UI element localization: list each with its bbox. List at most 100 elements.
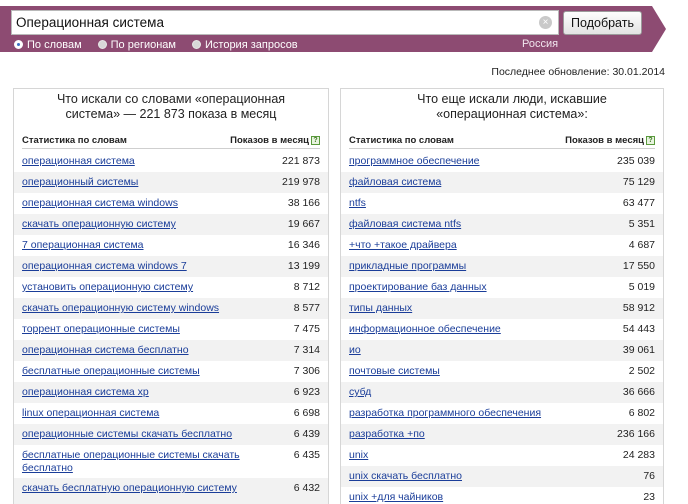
impressions-count: 76 (643, 470, 655, 482)
table-row: программное обеспечение 235 039 (341, 151, 663, 172)
keyword-link[interactable]: ио (349, 344, 361, 357)
keyword-link[interactable]: операционная система (22, 155, 135, 168)
table-row: проектирование баз данных 5 019 (341, 277, 663, 298)
keyword-link[interactable]: торрент операционные системы (22, 323, 180, 336)
impressions-count: 39 061 (622, 344, 655, 356)
keyword-link[interactable]: операционная система windows 7 (22, 260, 187, 273)
submit-button[interactable]: Подобрать (563, 11, 642, 35)
impressions-count: 6 439 (293, 428, 320, 440)
keyword-link[interactable]: почтовые системы (349, 365, 440, 378)
impressions-count: 8 712 (293, 281, 320, 293)
keyword-link[interactable]: unix (349, 449, 368, 462)
keyword-link[interactable]: операционная система xp (22, 386, 149, 399)
keyword-link[interactable]: +что +такое драйвера (349, 239, 457, 252)
panel-title: Что искали со словами «операционная сист… (56, 92, 286, 121)
keyword-link[interactable]: субд (349, 386, 371, 399)
keyword-link[interactable]: unix +для чайников (349, 491, 443, 504)
table-row: операционная система бесплатно 7 314 (14, 340, 328, 361)
words-table: программное обеспечение 235 039 файловая с… (341, 151, 663, 504)
keyword-link[interactable]: операционная система бесплатно (22, 344, 189, 357)
keyword-link[interactable]: типы данных (349, 302, 412, 315)
table-row: ио 39 061 (341, 340, 663, 361)
table-row: прикладные программы 17 550 (341, 256, 663, 277)
keyword-link[interactable]: скачать операционную систему (22, 218, 176, 231)
impressions-count: 221 873 (282, 155, 320, 167)
impressions-count: 5 351 (628, 218, 655, 230)
keyword-link[interactable]: бесплатные операционные системы (22, 365, 200, 378)
impressions-count: 6 432 (293, 482, 320, 494)
radio-icon[interactable] (97, 40, 107, 49)
table-row: операционные системы скачать бесплатно 6 … (14, 424, 328, 445)
clear-icon[interactable]: × (539, 16, 552, 29)
table-row: файловая система ntfs 5 351 (341, 214, 663, 235)
impressions-count: 7 306 (293, 365, 320, 377)
impressions-count: 63 477 (622, 197, 655, 209)
table-row: разработка +по 236 166 (341, 424, 663, 445)
table-row: информационное обеспечение 54 443 (341, 319, 663, 340)
table-header: Статистика по словам Показов в месяц ? (349, 133, 655, 149)
search-mode-tabs: По словам По регионам История запросов (14, 37, 314, 52)
impressions-count: 6 802 (628, 407, 655, 419)
table-row: скачать операционную систему windows 8 57… (14, 298, 328, 319)
keyword-link[interactable]: установить операционную систему (22, 281, 193, 294)
impressions-count: 6 698 (293, 407, 320, 419)
table-row: +что +такое драйвера 4 687 (341, 235, 663, 256)
keyword-link[interactable]: программное обеспечение (349, 155, 480, 168)
impressions-count: 5 019 (628, 281, 655, 293)
column-header-impressions: Показов в месяц (230, 135, 309, 146)
keyword-link[interactable]: linux операционная система (22, 407, 159, 420)
table-row: скачать операционную систему 19 667 (14, 214, 328, 235)
keyword-link[interactable]: прикладные программы (349, 260, 466, 273)
impressions-count: 8 577 (293, 302, 320, 314)
tab-query-history[interactable]: История запросов (192, 37, 298, 52)
table-row: торрент операционные системы 7 475 (14, 319, 328, 340)
table-row: unix 24 283 (341, 445, 663, 466)
words-table: операционная система 221 873 операционный … (14, 151, 328, 504)
impressions-count: 19 667 (287, 218, 320, 230)
keyword-link[interactable]: unix скачать бесплатно (349, 470, 462, 483)
keyword-link[interactable]: скачать бесплатную операционную систему (22, 482, 237, 495)
keyword-link[interactable]: файловая система ntfs (349, 218, 461, 231)
search-field[interactable]: × (11, 10, 559, 35)
related-words-panel: Что искали со словами «операционная сист… (13, 88, 329, 504)
keyword-link[interactable]: ntfs (349, 197, 366, 210)
impressions-count: 17 550 (622, 260, 655, 272)
impressions-count: 23 (643, 491, 655, 503)
table-row: операционная система xp 6 923 (14, 382, 328, 403)
search-input[interactable] (16, 13, 536, 32)
impressions-count: 54 443 (622, 323, 655, 335)
table-row: почтовые системы 2 502 (341, 361, 663, 382)
help-icon[interactable]: ? (646, 136, 655, 145)
impressions-count: 2 502 (628, 365, 655, 377)
table-row: linux операционная система 6 698 (14, 403, 328, 424)
impressions-count: 7 314 (293, 344, 320, 356)
keyword-link[interactable]: разработка +по (349, 428, 425, 441)
keyword-link[interactable]: информационное обеспечение (349, 323, 501, 336)
keyword-link[interactable]: операционная система windows (22, 197, 178, 210)
table-row: операционная система windows 38 166 (14, 193, 328, 214)
radio-selected-icon[interactable] (14, 40, 23, 49)
table-row: операционный системы 219 978 (14, 172, 328, 193)
keyword-link[interactable]: операционный системы (22, 176, 138, 189)
keyword-link[interactable]: 7 операционная система (22, 239, 144, 252)
tab-label: История запросов (205, 38, 298, 51)
table-row: типы данных 58 912 (341, 298, 663, 319)
keyword-link[interactable]: операционные системы скачать бесплатно (22, 428, 232, 441)
radio-icon[interactable] (192, 40, 201, 49)
keyword-link[interactable]: скачать операционную систему windows (22, 302, 219, 315)
keyword-link[interactable]: проектирование баз данных (349, 281, 487, 294)
keyword-link[interactable]: бесплатные операционные системы скачать … (22, 449, 242, 474)
tab-by-regions[interactable]: По регионам (97, 37, 176, 52)
impressions-count: 24 283 (622, 449, 655, 461)
table-row: unix скачать бесплатно 76 (341, 466, 663, 487)
table-row: ntfs 63 477 (341, 193, 663, 214)
impressions-count: 219 978 (282, 176, 320, 188)
help-icon[interactable]: ? (311, 136, 320, 145)
tab-by-words[interactable]: По словам (14, 37, 82, 52)
region-selector[interactable]: Россия (522, 38, 558, 50)
keyword-link[interactable]: разработка программного обеспечения (349, 407, 541, 420)
keyword-link[interactable]: файловая система (349, 176, 441, 189)
impressions-count: 7 475 (293, 323, 320, 335)
table-row: скачать бесплатную операционную систему 6… (14, 478, 328, 504)
last-update-text: Последнее обновление: 30.01.2014 (491, 66, 665, 78)
